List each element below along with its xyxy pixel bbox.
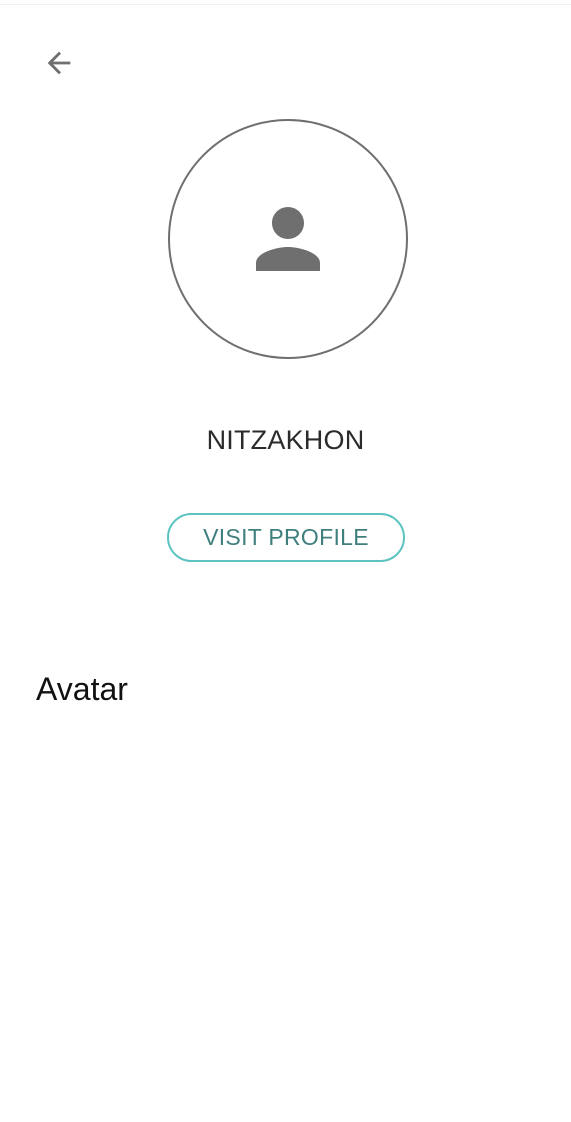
- top-divider: [0, 4, 571, 5]
- visit-profile-button[interactable]: VISIT PROFILE: [167, 513, 405, 562]
- username: NITZAKHON: [206, 425, 365, 455]
- back-button[interactable]: [30, 37, 88, 89]
- person-icon: [256, 207, 320, 271]
- arrow-left-icon: [47, 51, 71, 75]
- section-title: Avatar: [36, 671, 128, 707]
- avatar[interactable]: [168, 119, 408, 359]
